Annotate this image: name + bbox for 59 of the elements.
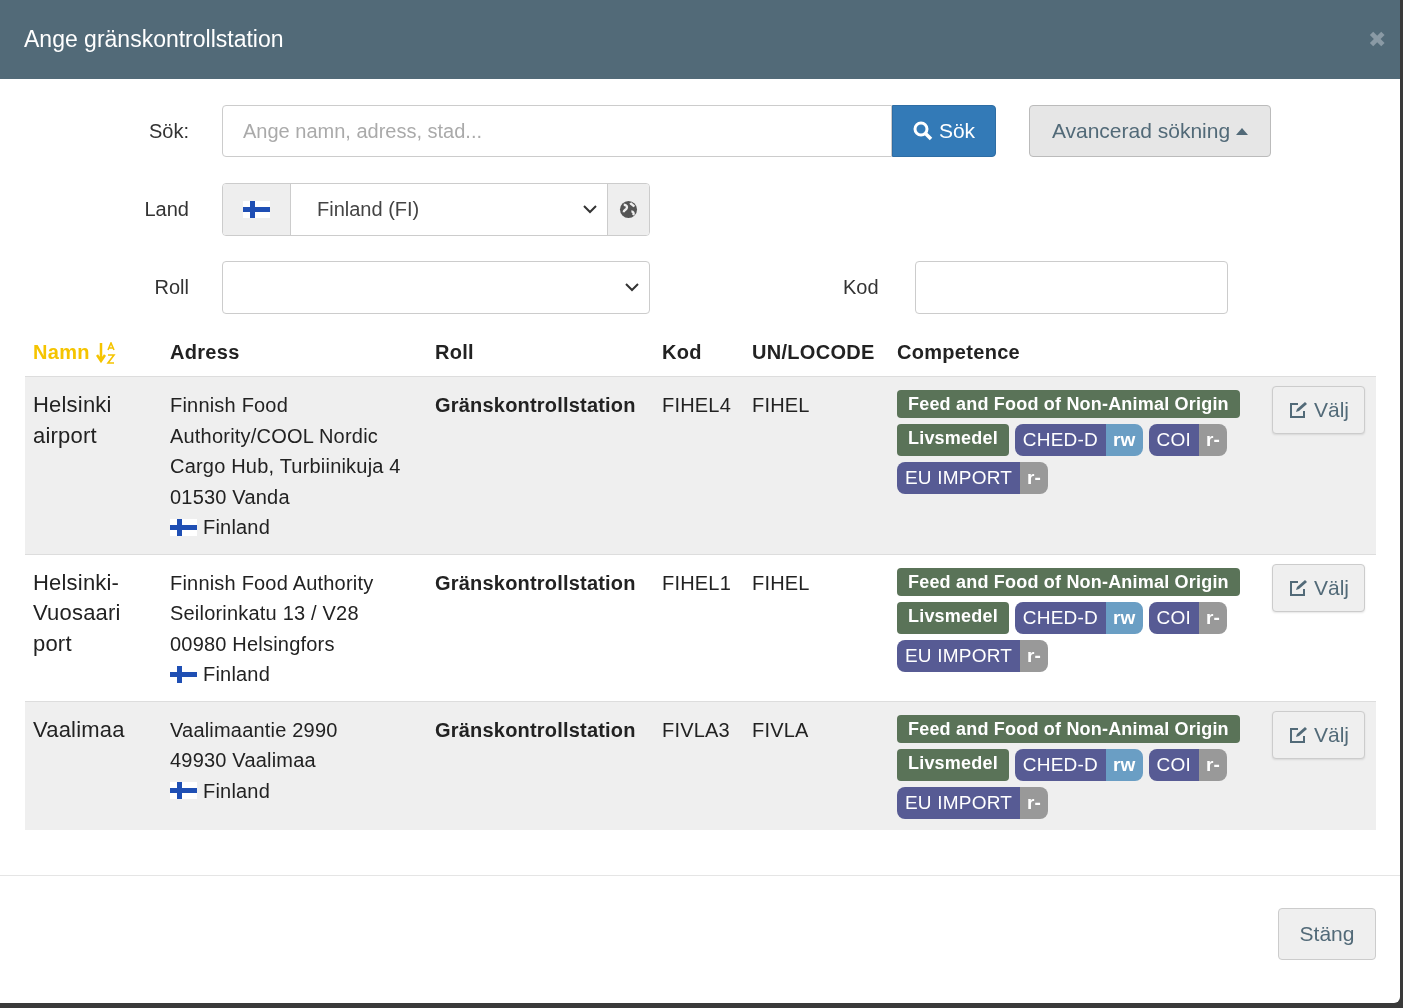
column-header: Roll bbox=[435, 341, 474, 364]
role-text: Gränskontrollstation bbox=[435, 394, 636, 416]
role-select[interactable] bbox=[222, 260, 650, 314]
category-tag: Livsmedel bbox=[897, 748, 1009, 781]
role-text: Gränskontrollstation bbox=[435, 718, 636, 741]
category-tag: Livsmedel bbox=[897, 601, 1009, 634]
address-line: Vaalimaantie 2990 bbox=[170, 717, 339, 743]
sort-icon bbox=[95, 341, 116, 364]
land-label: Land bbox=[143, 197, 190, 221]
locode-text: FIHEL bbox=[752, 571, 810, 594]
address-line: Authority/COOL Nordic bbox=[170, 423, 379, 449]
locode-text: FIHEL bbox=[752, 394, 810, 416]
search-label: Sök: bbox=[147, 119, 190, 143]
column-header: UN/LOCODE bbox=[752, 341, 875, 364]
category-tag: Feed and Food of Non-Animal Origin bbox=[897, 567, 1240, 596]
search-icon bbox=[912, 121, 933, 141]
edit-icon bbox=[1288, 578, 1308, 597]
category-tag: Feed and Food of Non-Animal Origin bbox=[897, 390, 1240, 418]
column-header: Adress bbox=[170, 341, 240, 364]
caret-up-icon bbox=[1236, 127, 1249, 135]
select-button[interactable]: Välj bbox=[1272, 710, 1365, 759]
country-name: Finland bbox=[203, 515, 270, 540]
close-dialog-button[interactable]: Stäng bbox=[1278, 907, 1376, 960]
address-line: Finnish Food bbox=[170, 393, 289, 418]
column-header: Kod bbox=[662, 341, 702, 364]
address-line: 01530 Vanda bbox=[170, 484, 291, 510]
chevron-down-icon bbox=[625, 282, 639, 292]
edit-icon bbox=[1288, 725, 1308, 744]
station-name: Vaalimaa bbox=[33, 716, 125, 742]
station-name: Helsinki-Vuosaari port bbox=[33, 569, 121, 656]
code-text: FIHEL1 bbox=[662, 571, 731, 594]
search-button[interactable]: Sök bbox=[892, 105, 996, 157]
finland-flag-icon bbox=[170, 665, 197, 683]
code-text: FIVLA3 bbox=[662, 718, 730, 741]
station-name: Helsinki airport bbox=[33, 392, 112, 448]
country-name: Finland bbox=[203, 778, 270, 804]
edit-icon bbox=[1288, 401, 1308, 419]
role-text: Gränskontrollstation bbox=[435, 571, 636, 594]
country-name: Finland bbox=[203, 662, 270, 687]
address-line: 49930 Vaalimaa bbox=[170, 748, 317, 773]
address-line: Finnish Food Authority bbox=[170, 570, 375, 596]
advanced-search-button[interactable]: Avancerad sökning bbox=[1029, 105, 1271, 157]
address-line: Seilorinkatu 13 / V28 bbox=[170, 601, 360, 626]
select-button[interactable]: Välj bbox=[1272, 386, 1365, 434]
column-header: Competence bbox=[897, 341, 1021, 364]
category-tag: Livsmedel bbox=[897, 424, 1009, 456]
finland-flag-icon bbox=[170, 518, 197, 536]
roll-label: Roll bbox=[153, 275, 190, 299]
code-field[interactable] bbox=[915, 260, 1228, 314]
code-text: FIHEL4 bbox=[662, 394, 731, 416]
finland-flag-icon bbox=[170, 782, 197, 800]
select-button[interactable]: Välj bbox=[1272, 563, 1365, 612]
kod-label: Kod bbox=[843, 275, 880, 299]
search-field[interactable]: Ange namn, adress, stad... bbox=[222, 105, 892, 157]
locode-text: FIVLA bbox=[752, 718, 809, 741]
category-tag: Feed and Food of Non-Animal Origin bbox=[897, 714, 1240, 743]
dialog-title: Ange gränskontrollstation bbox=[24, 26, 284, 53]
address-line: Cargo Hub, Turbiinikuja 4 bbox=[170, 454, 402, 479]
address-line: 00980 Helsingfors bbox=[170, 631, 336, 657]
